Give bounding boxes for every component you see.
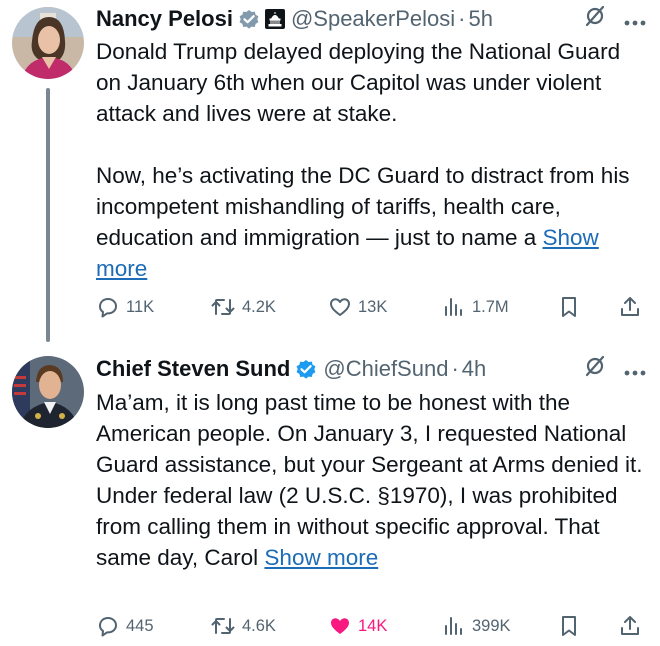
author-name[interactable]: Nancy Pelosi (96, 6, 233, 32)
reply-icon (99, 298, 117, 318)
repost-icon (211, 618, 235, 634)
share-button[interactable] (618, 292, 642, 322)
reply-button[interactable]: 445 (96, 611, 154, 641)
bookmark-button[interactable] (558, 292, 580, 322)
bookmark-icon (562, 297, 576, 317)
repost-count: 4.2K (242, 297, 276, 316)
like-count: 13K (358, 297, 388, 316)
avatar[interactable] (12, 7, 84, 79)
tweet-paragraph-text: Ma’am, it is long past time to be honest… (96, 390, 643, 570)
views-button[interactable]: 399K (442, 611, 511, 641)
tweet-pelosi[interactable]: Nancy Pelosi @SpeakerPelosi · 5h Donald … (0, 0, 660, 345)
like-button[interactable]: 13K (328, 292, 387, 322)
tweet-actions: 11K 4.2K 13K 1.7M (96, 292, 648, 322)
views-count: 399K (472, 616, 511, 635)
reply-count: 445 (126, 616, 154, 635)
like-count: 14K (358, 616, 388, 635)
author-handle[interactable]: @SpeakerPelosi (291, 6, 455, 32)
reply-icon (99, 617, 117, 637)
tweet-text: Ma’am, it is long past time to be honest… (96, 387, 644, 573)
views-icon (445, 298, 462, 316)
separator-dot: · (458, 6, 466, 31)
thread-connector-line (46, 88, 50, 342)
repost-icon (211, 299, 235, 315)
timestamp[interactable]: 4h (462, 356, 486, 382)
heart-filled-icon (331, 618, 349, 634)
tweet-paragraph: Now, he’s activating the DC Guard to dis… (96, 160, 644, 284)
tweet-paragraph: Ma’am, it is long past time to be honest… (96, 387, 644, 573)
views-icon (445, 617, 462, 635)
author-handle[interactable]: @ChiefSund (323, 356, 448, 382)
repost-button[interactable]: 4.2K (210, 292, 276, 322)
timestamp[interactable]: 5h (468, 6, 492, 32)
more-options-icon[interactable] (624, 6, 646, 32)
capitol-affiliation-icon[interactable] (264, 9, 285, 29)
views-button[interactable]: 1.7M (442, 292, 509, 322)
bookmark-button[interactable] (558, 611, 580, 641)
share-button[interactable] (618, 611, 642, 641)
repost-button[interactable]: 4.6K (210, 611, 276, 641)
tweet-actions: 445 4.6K 14K 399K (96, 611, 648, 641)
share-icon (621, 616, 639, 635)
like-button[interactable]: 14K (328, 611, 387, 641)
bookmark-icon (562, 616, 576, 636)
separator-dot: · (451, 356, 459, 381)
show-more-link[interactable]: Show more (264, 545, 378, 570)
heart-icon (330, 298, 350, 316)
grok-icon[interactable] (584, 355, 606, 383)
share-icon (621, 297, 639, 316)
reply-button[interactable]: 11K (96, 292, 154, 322)
tweet-paragraph: Donald Trump delayed deploying the Natio… (96, 39, 621, 126)
verified-badge-icon[interactable] (238, 8, 260, 30)
tweet-header: Nancy Pelosi @SpeakerPelosi · 5h (96, 2, 646, 36)
more-options-icon[interactable] (624, 356, 646, 382)
avatar[interactable] (12, 356, 84, 428)
reply-count: 11K (126, 297, 155, 316)
author-name[interactable]: Chief Steven Sund (96, 356, 290, 382)
verified-badge-icon[interactable] (295, 358, 317, 380)
tweet-text: Donald Trump delayed deploying the Natio… (96, 36, 644, 284)
repost-count: 4.6K (242, 616, 276, 635)
grok-icon[interactable] (584, 5, 606, 33)
tweet-header: Chief Steven Sund @ChiefSund · 4h (96, 352, 646, 386)
tweet-sund[interactable]: Chief Steven Sund @ChiefSund · 4h Ma’am,… (0, 345, 660, 646)
views-count: 1.7M (472, 297, 509, 316)
